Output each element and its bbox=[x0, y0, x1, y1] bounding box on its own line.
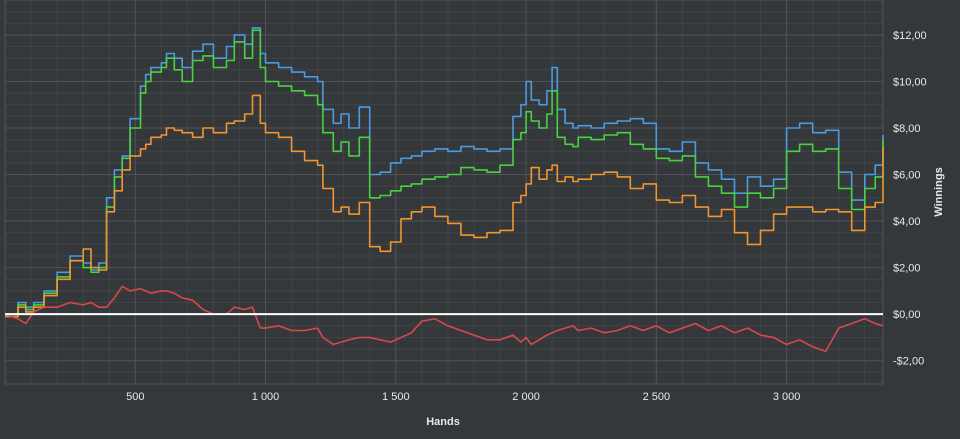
x-tick-label: 3 000 bbox=[773, 391, 801, 403]
x-tick-label: 500 bbox=[126, 391, 144, 403]
chart-background bbox=[0, 0, 960, 434]
y-tick-label: -$2,00 bbox=[893, 356, 924, 368]
x-tick-label: 1 000 bbox=[252, 391, 280, 403]
x-tick-label: 1 500 bbox=[382, 391, 410, 403]
y-tick-label: $2,00 bbox=[893, 263, 921, 275]
x-axis-label: Hands bbox=[426, 416, 460, 428]
chart-svg: 500 1 000 1 500 2 000 2 500 3 000 -$2,00 $0,00… bbox=[0, 0, 960, 434]
y-tick-label: $10,00 bbox=[893, 76, 927, 88]
winnings-chart: 500 1 000 1 500 2 000 2 500 3 000 -$2,00 $0,00… bbox=[0, 0, 960, 434]
x-tick-label: 2 000 bbox=[512, 391, 540, 403]
y-tick-label: $4,00 bbox=[893, 216, 921, 228]
x-tick-label: 2 500 bbox=[643, 391, 671, 403]
y-tick-label: $8,00 bbox=[893, 123, 921, 135]
y-tick-label: $12,00 bbox=[893, 30, 927, 42]
y-axis-label: Winnings bbox=[933, 167, 945, 216]
y-tick-label: $0,00 bbox=[893, 309, 921, 321]
y-tick-label: $6,00 bbox=[893, 170, 921, 182]
